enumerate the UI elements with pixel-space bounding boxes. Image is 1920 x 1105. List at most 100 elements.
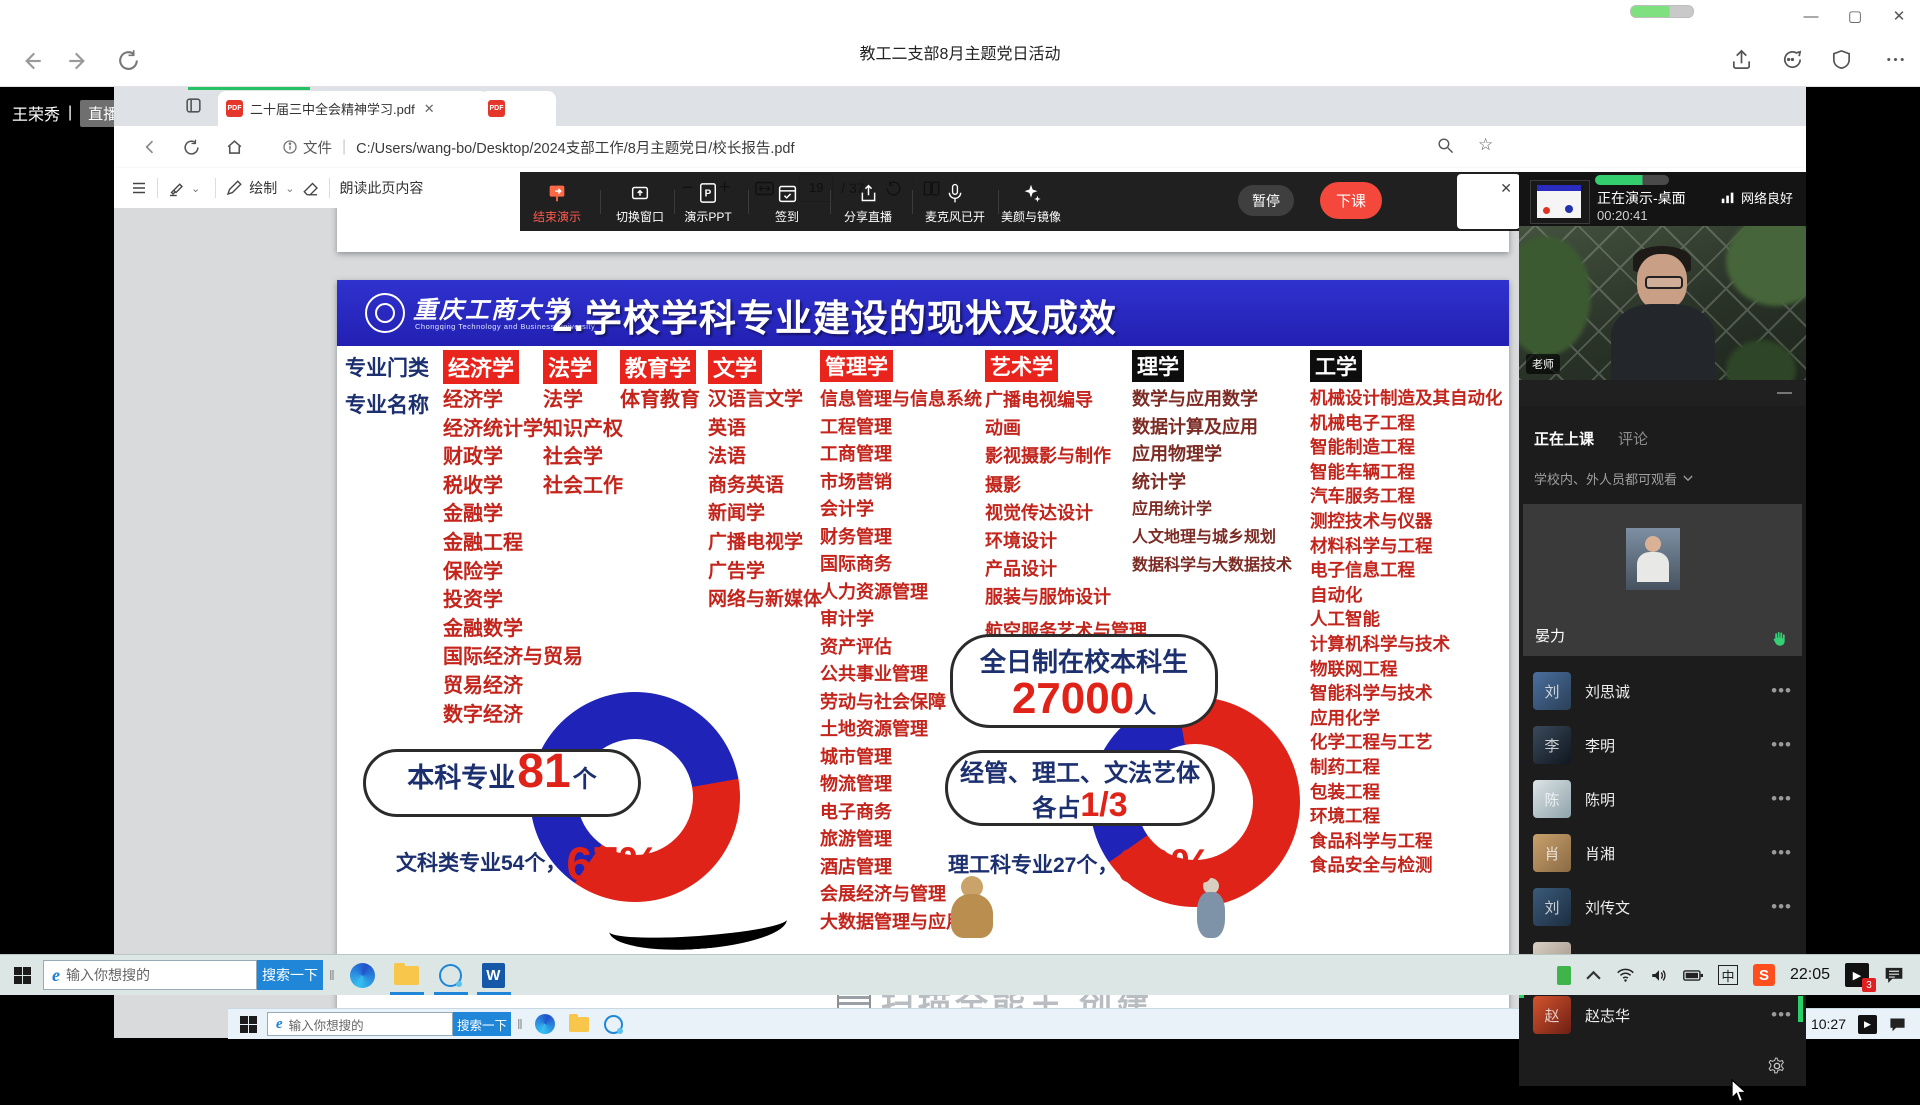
pause-button[interactable]: 暂停 xyxy=(1238,185,1294,216)
beauty-mirror-button[interactable]: 美颜与镜像 xyxy=(994,181,1068,225)
more-options-icon[interactable]: ••• xyxy=(1771,1005,1792,1025)
more-options-icon[interactable]: ••• xyxy=(1771,843,1792,863)
presenting-thumbnail[interactable] xyxy=(1530,180,1590,224)
file-explorer-icon[interactable] xyxy=(569,1017,589,1032)
action-center-icon[interactable] xyxy=(1889,1017,1906,1032)
major-item: 汉语言文学 xyxy=(708,386,822,415)
wifi-icon[interactable] xyxy=(1616,968,1635,982)
tab-list-icon[interactable] xyxy=(184,96,203,115)
major-item: 环境设计 xyxy=(985,527,1147,555)
dismiss-class-button[interactable]: 下课 xyxy=(1320,182,1382,219)
home-icon[interactable] xyxy=(225,138,244,157)
action-center-icon[interactable] xyxy=(1884,966,1904,984)
mic-on-button[interactable]: 麦克风已开 xyxy=(918,181,992,225)
start-button-icon[interactable] xyxy=(240,1016,257,1033)
start-button-icon[interactable] xyxy=(14,967,31,984)
more-options-icon[interactable]: ••• xyxy=(1771,681,1792,701)
sogou-icon[interactable]: S xyxy=(1753,964,1775,986)
collapse-icon[interactable]: — xyxy=(1777,384,1792,401)
minimize-button[interactable]: — xyxy=(1800,6,1822,28)
end-presentation-button[interactable]: 结束演示 xyxy=(520,181,594,225)
maximize-button[interactable]: ▢ xyxy=(1844,6,1866,28)
mouse-cursor xyxy=(1730,1079,1748,1105)
major-item: 计算机科学与技术 xyxy=(1310,632,1503,657)
favorite-star-icon[interactable]: ☆ xyxy=(1478,135,1493,155)
visibility-dropdown[interactable]: 学校内、外人员都可观看 xyxy=(1534,469,1693,488)
tab-close-icon[interactable]: ✕ xyxy=(424,101,435,117)
tab-comments[interactable]: 评论 xyxy=(1618,428,1648,449)
major-item: 机械设计制造及其自动化 xyxy=(1310,386,1503,411)
avatar: 陈 xyxy=(1533,780,1571,818)
major-item: 金融工程 xyxy=(443,529,583,558)
speaker-icon[interactable] xyxy=(1650,968,1668,983)
participant-row[interactable]: 肖 肖湘 ••• xyxy=(1519,826,1806,880)
ime-indicator[interactable]: 中 xyxy=(1718,965,1738,985)
file-explorer-task[interactable] xyxy=(384,955,429,995)
switch-window-button[interactable]: 切换窗口 xyxy=(603,181,677,225)
taskbar-search-input[interactable]: e 输入你想搜的 xyxy=(267,1012,453,1036)
search-go-button[interactable]: 搜索一下 xyxy=(453,1012,511,1036)
major-item: 网络与新媒体 xyxy=(708,586,822,615)
tab-in-class[interactable]: 正在上课 xyxy=(1534,428,1594,449)
menu-dots-icon[interactable] xyxy=(1884,48,1908,72)
edge-address-bar[interactable]: 文件 | C:/Users/wang-bo/Desktop/2024支部工作/8… xyxy=(114,126,1806,169)
word-task[interactable]: W xyxy=(472,955,515,995)
zoom-text-icon[interactable] xyxy=(1436,136,1455,155)
pdf-menu-icon[interactable] xyxy=(130,179,148,197)
taskbar-clock[interactable]: 22:05 xyxy=(1790,966,1830,984)
taskbar-search-input[interactable]: e 输入你想搜的 xyxy=(43,960,257,990)
chevron-down-icon[interactable]: ⌄ xyxy=(191,182,200,195)
participant-row[interactable]: 刘 刘思诚 ••• xyxy=(1519,664,1806,718)
more-options-icon[interactable]: ••• xyxy=(1771,897,1792,917)
refresh-icon[interactable] xyxy=(182,138,201,157)
chat-app-task[interactable] xyxy=(429,955,472,995)
present-ppt-button[interactable]: P 演示PPT xyxy=(671,181,745,225)
share-stream-button[interactable]: 分享直播 xyxy=(831,181,905,225)
edge-app-icon[interactable] xyxy=(350,963,375,988)
participant-row[interactable]: 赵 赵志华 ••• xyxy=(1519,988,1806,1042)
edge-app-icon[interactable] xyxy=(535,1014,555,1034)
major-item: 视觉传达设计 xyxy=(985,499,1147,527)
highlighter-icon[interactable] xyxy=(167,179,185,197)
teacher-webcam[interactable]: 老师 xyxy=(1519,226,1806,380)
taskbar-divider: ‖ xyxy=(517,1016,523,1032)
participant-row[interactable]: 李 李明 ••• xyxy=(1519,718,1806,772)
usb-icon[interactable] xyxy=(1557,966,1571,985)
presenting-timer: 00:20:41 xyxy=(1597,208,1648,223)
chat-app-icon[interactable] xyxy=(604,1015,623,1034)
participant-row[interactable]: 陈 陈明 ••• xyxy=(1519,772,1806,826)
video-player-tray-icon[interactable]: ▶ 3 xyxy=(1845,963,1869,987)
taskbar-clock[interactable]: 10:27 xyxy=(1811,1016,1846,1032)
major-item: 智能制造工程 xyxy=(1310,435,1503,460)
address-url[interactable]: C:/Users/wang-bo/Desktop/2024支部工作/8月主题党日… xyxy=(356,137,794,158)
pdf-tab-background[interactable]: PDF xyxy=(480,91,556,126)
back-icon[interactable] xyxy=(140,137,160,157)
video-player-tray-icon[interactable]: ▶ xyxy=(1858,1015,1877,1034)
chevron-down-icon[interactable]: ⌄ xyxy=(285,182,294,195)
more-options-icon[interactable]: ••• xyxy=(1771,735,1792,755)
raised-hand-icon xyxy=(1770,630,1788,648)
settings-gear-icon[interactable] xyxy=(1767,1056,1787,1076)
battery-icon[interactable] xyxy=(1683,969,1703,982)
more-options-icon[interactable]: ••• xyxy=(1771,789,1792,809)
shield-icon[interactable] xyxy=(1830,48,1854,72)
major-item: 影视摄影与制作 xyxy=(985,442,1147,470)
pdf-tab-active[interactable]: PDF 二十届三中全会精神学习.pdf ✕ xyxy=(218,91,488,126)
read-aloud-label[interactable]: 朗读此页内容 xyxy=(339,178,423,198)
tray-chevron-icon[interactable] xyxy=(1586,970,1601,980)
site-info[interactable]: 文件 xyxy=(282,137,332,158)
search-go-button[interactable]: 搜索一下 xyxy=(257,960,323,990)
featured-participant-tile[interactable]: 晏力 xyxy=(1523,504,1802,656)
eraser-icon[interactable] xyxy=(302,179,320,197)
check-in-button[interactable]: 签到 xyxy=(750,181,824,225)
close-button[interactable]: ✕ xyxy=(1888,6,1910,28)
major-item: 动画 xyxy=(985,414,1147,442)
draw-label[interactable]: 绘制 xyxy=(249,178,277,198)
share-icon[interactable] xyxy=(1730,48,1754,72)
draw-pen-icon[interactable] xyxy=(225,179,243,197)
comment-bubble-icon[interactable] xyxy=(1780,48,1804,72)
major-item: 摄影 xyxy=(985,471,1147,499)
participant-row[interactable]: 刘 刘传文 ••• xyxy=(1519,880,1806,934)
close-icon[interactable]: ✕ xyxy=(1500,180,1512,197)
major-item: 包装工程 xyxy=(1310,780,1503,805)
